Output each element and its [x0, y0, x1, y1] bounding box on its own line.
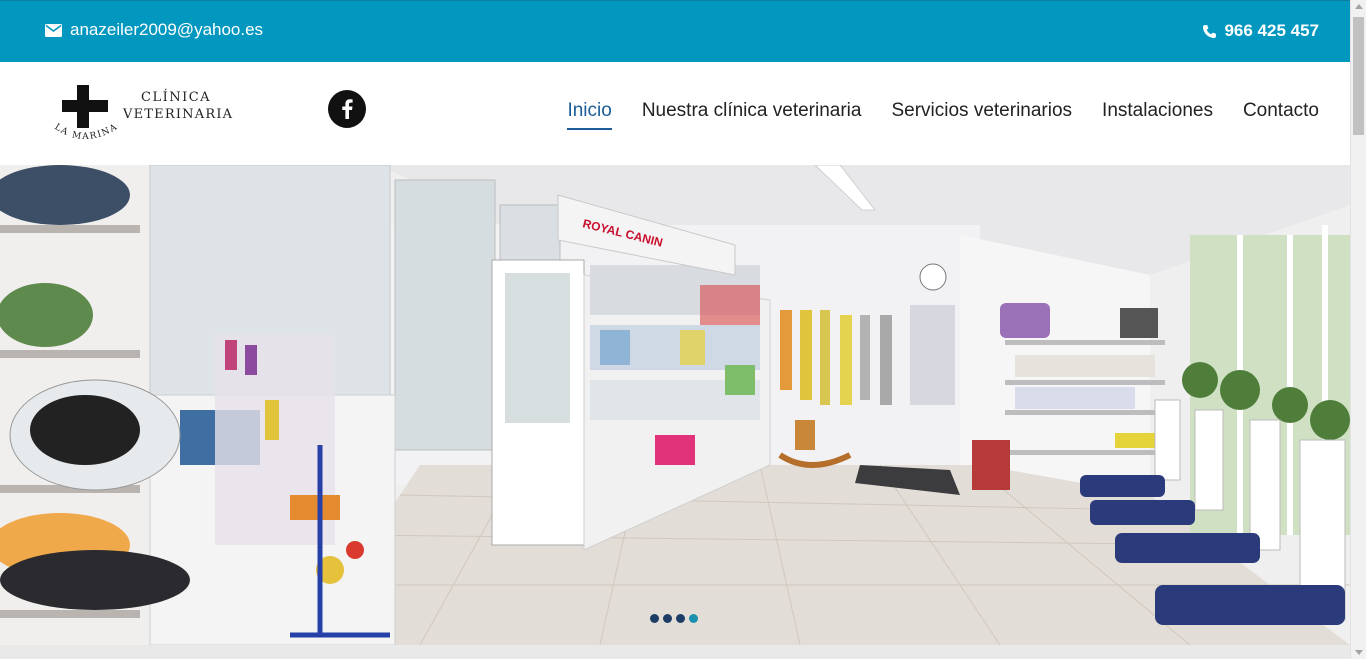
- scroll-up-arrow-icon[interactable]: [1355, 4, 1363, 9]
- site-logo[interactable]: LA MARINA CLÍNICA VETERINARIA: [52, 82, 232, 144]
- facebook-button[interactable]: [328, 90, 366, 128]
- envelope-icon: [45, 23, 62, 37]
- slide-dot-3[interactable]: [676, 614, 685, 623]
- page: anazeiler2009@yahoo.es 966 425 457 LA MA…: [0, 0, 1350, 659]
- nav-item-contacto[interactable]: Contacto: [1243, 100, 1319, 130]
- hero-clinic-photo: ROYAL CANIN: [0, 165, 1350, 645]
- scrollbar-thumb[interactable]: [1353, 17, 1364, 135]
- slide-dot-4[interactable]: [689, 614, 698, 623]
- nav-item-inicio[interactable]: Inicio: [567, 100, 612, 130]
- logo-line-2: VETERINARIA: [123, 107, 234, 122]
- cross-logo-horizontal: [62, 100, 108, 112]
- slide-dot-1[interactable]: [650, 614, 659, 623]
- page-scrollbar[interactable]: [1350, 0, 1366, 659]
- top-contact-bar: anazeiler2009@yahoo.es 966 425 457: [0, 0, 1350, 62]
- content-start-strip: [0, 645, 1350, 659]
- logo-arc-label: LA MARINA: [52, 122, 118, 142]
- slide-dot-2[interactable]: [663, 614, 672, 623]
- nav-item-servicios[interactable]: Servicios veterinarios: [891, 100, 1072, 130]
- logo-arc-text: LA MARINA: [52, 122, 120, 142]
- nav-item-instalaciones[interactable]: Instalaciones: [1102, 100, 1213, 130]
- slider-pagination: [650, 614, 698, 623]
- email-link[interactable]: anazeiler2009@yahoo.es: [45, 20, 263, 40]
- logo-line-1: CLÍNICA: [141, 90, 212, 105]
- email-text: anazeiler2009@yahoo.es: [70, 20, 264, 39]
- nav-item-nuestra-clinica[interactable]: Nuestra clínica veterinaria: [642, 100, 862, 130]
- site-header: LA MARINA CLÍNICA VETERINARIA Inicio Nue…: [0, 62, 1350, 165]
- phone-text: 966 425 457: [1224, 21, 1319, 40]
- svg-text:LA MARINA: LA MARINA: [52, 122, 120, 142]
- phone-link[interactable]: 966 425 457: [1202, 21, 1319, 41]
- main-navigation: Inicio Nuestra clínica veterinaria Servi…: [567, 100, 1319, 130]
- hero-slider: ROYAL CANIN: [0, 165, 1350, 645]
- phone-icon: [1203, 24, 1217, 38]
- scroll-down-arrow-icon[interactable]: [1355, 650, 1363, 655]
- facebook-icon: [342, 99, 353, 119]
